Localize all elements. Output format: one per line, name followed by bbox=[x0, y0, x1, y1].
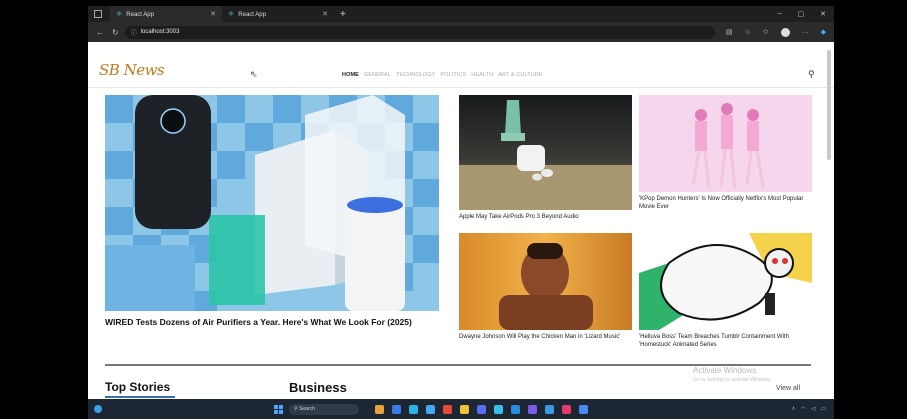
close-tab-icon[interactable]: ✕ bbox=[210, 10, 216, 18]
maximize-icon[interactable]: ▢ bbox=[798, 10, 805, 18]
copilot-icon[interactable]: ◆ bbox=[821, 28, 826, 37]
hero-headline[interactable]: WIRED Tests Dozens of Air Purifiers a Ye… bbox=[105, 317, 445, 327]
taskbar-app-icon[interactable] bbox=[443, 404, 452, 414]
nav-technology[interactable]: TECHNOLOGY bbox=[396, 72, 436, 78]
wifi-icon[interactable]: ◠ bbox=[801, 406, 805, 412]
activate-windows-subtext: Go to Settings to activate Windows. bbox=[693, 377, 772, 383]
hero-image[interactable] bbox=[105, 95, 439, 311]
notification-icon[interactable]: ▭ bbox=[821, 406, 826, 412]
refresh-icon[interactable]: ↻ bbox=[112, 28, 119, 37]
card-headline-chicken-man[interactable]: Dwayne Johnson Will Play the Chicken Man… bbox=[459, 333, 639, 341]
card-image-chicken-man[interactable] bbox=[459, 233, 632, 330]
taskbar-app-icon[interactable] bbox=[545, 404, 554, 414]
page-scrollbar[interactable] bbox=[827, 50, 831, 160]
taskbar-app-icon[interactable] bbox=[562, 404, 571, 414]
close-tab-icon[interactable]: ✕ bbox=[322, 10, 328, 18]
windows-taskbar: ⚲ Search ˄ ◠ ◁ ▭ bbox=[88, 399, 834, 419]
address-bar: ← ↻ ⓘ localhost:3003 ▤ ☆ ✩ … ◆ bbox=[88, 22, 834, 42]
volume-icon[interactable]: ◁ bbox=[811, 406, 815, 412]
browser-window: ⚛ React App ✕ ⚛ React App ✕ + – ▢ ✕ ← ↻ ⓘ … bbox=[88, 6, 834, 419]
system-tray: ˄ ◠ ◁ ▭ bbox=[792, 406, 834, 412]
close-window-icon[interactable]: ✕ bbox=[820, 10, 826, 18]
nav-general[interactable]: GENERAL bbox=[364, 72, 391, 78]
minimize-icon[interactable]: – bbox=[778, 10, 782, 18]
taskbar-app-icon[interactable] bbox=[494, 404, 503, 414]
taskbar-app-icon[interactable] bbox=[528, 404, 537, 414]
taskbar-apps bbox=[375, 404, 588, 414]
url-field[interactable]: ⓘ localhost:3003 bbox=[124, 25, 715, 39]
site-info-icon[interactable]: ⓘ bbox=[131, 28, 137, 37]
card-image-airpods[interactable] bbox=[459, 95, 632, 210]
site-header: SB News ⇖ HOME GENERAL TECHNOLOGY POLITI… bbox=[88, 42, 834, 88]
tab-react-app-2[interactable]: ⚛ React App ✕ bbox=[222, 6, 334, 22]
taskbar-app-icon[interactable] bbox=[409, 404, 418, 414]
business-heading: Business bbox=[289, 380, 347, 395]
actor-photo bbox=[459, 233, 632, 330]
weather-icon bbox=[94, 405, 102, 413]
new-tab-button[interactable]: + bbox=[340, 9, 346, 20]
taskbar-app-icon[interactable] bbox=[375, 404, 384, 414]
tab-react-app-1[interactable]: ⚛ React App ✕ bbox=[110, 6, 222, 22]
top-stories-heading: Top Stories bbox=[105, 380, 171, 394]
nav-home[interactable]: HOME bbox=[342, 72, 359, 78]
site-logo[interactable]: SB News bbox=[99, 61, 165, 79]
kpop-photo bbox=[639, 95, 812, 192]
card-headline-airpods[interactable]: Apple May Take AirPods Pro 3 Beyond Audi… bbox=[459, 213, 639, 221]
card-headline-helluva[interactable]: 'Helluva Boss' Team Breaches Tumblr Cont… bbox=[639, 333, 819, 349]
favorite-star-icon[interactable]: ☆ bbox=[744, 28, 750, 37]
taskbar-app-icon[interactable] bbox=[460, 404, 469, 414]
react-icon: ⚛ bbox=[228, 11, 235, 18]
weather-widget[interactable] bbox=[94, 405, 264, 413]
profile-icon[interactable] bbox=[780, 27, 790, 37]
air-purifier-illustration bbox=[105, 95, 439, 311]
more-icon[interactable]: … bbox=[802, 28, 809, 37]
nav-health[interactable]: HEALTH bbox=[471, 72, 493, 78]
taskbar-app-icon[interactable] bbox=[426, 404, 435, 414]
card-image-helluva[interactable] bbox=[639, 233, 812, 330]
taskbar-search[interactable]: ⚲ Search bbox=[289, 403, 359, 415]
taskbar-app-icon[interactable] bbox=[511, 404, 520, 414]
cartoon-illustration bbox=[639, 233, 812, 330]
react-icon: ⚛ bbox=[116, 11, 123, 18]
card-image-kpop[interactable] bbox=[639, 95, 812, 192]
nav-art-culture[interactable]: ART & CULTURE bbox=[498, 72, 542, 78]
search-icon[interactable]: ⚲ bbox=[808, 69, 815, 80]
nav-politics[interactable]: POLITICS bbox=[440, 72, 466, 78]
airpods-photo bbox=[459, 95, 632, 210]
reader-icon[interactable]: ▤ bbox=[726, 28, 733, 37]
card-headline-kpop[interactable]: 'KPop Demon Hunters' Is Now Officially N… bbox=[639, 195, 819, 211]
activate-windows-watermark: Activate Windows bbox=[693, 366, 757, 375]
browser-toolbar-icons: ▤ ☆ ✩ … ◆ bbox=[726, 27, 834, 37]
mouse-cursor-icon: ⇖ bbox=[250, 69, 258, 79]
favorites-icon[interactable]: ✩ bbox=[763, 28, 769, 37]
taskbar-app-icon[interactable] bbox=[392, 404, 401, 414]
start-button[interactable] bbox=[274, 404, 283, 414]
taskbar-app-icon[interactable] bbox=[477, 404, 486, 414]
top-stories-underline bbox=[105, 396, 175, 398]
workspaces-icon[interactable] bbox=[94, 10, 102, 18]
view-all-link[interactable]: View all bbox=[776, 385, 800, 392]
chevron-up-icon[interactable]: ˄ bbox=[792, 406, 795, 412]
window-controls: – ▢ ✕ bbox=[778, 10, 834, 18]
main-nav: HOME GENERAL TECHNOLOGY POLITICS HEALTH … bbox=[342, 72, 543, 78]
tab-bar: ⚛ React App ✕ ⚛ React App ✕ + – ▢ ✕ bbox=[88, 6, 834, 22]
back-icon[interactable]: ← bbox=[96, 28, 104, 37]
taskbar-app-icon[interactable] bbox=[579, 404, 588, 414]
